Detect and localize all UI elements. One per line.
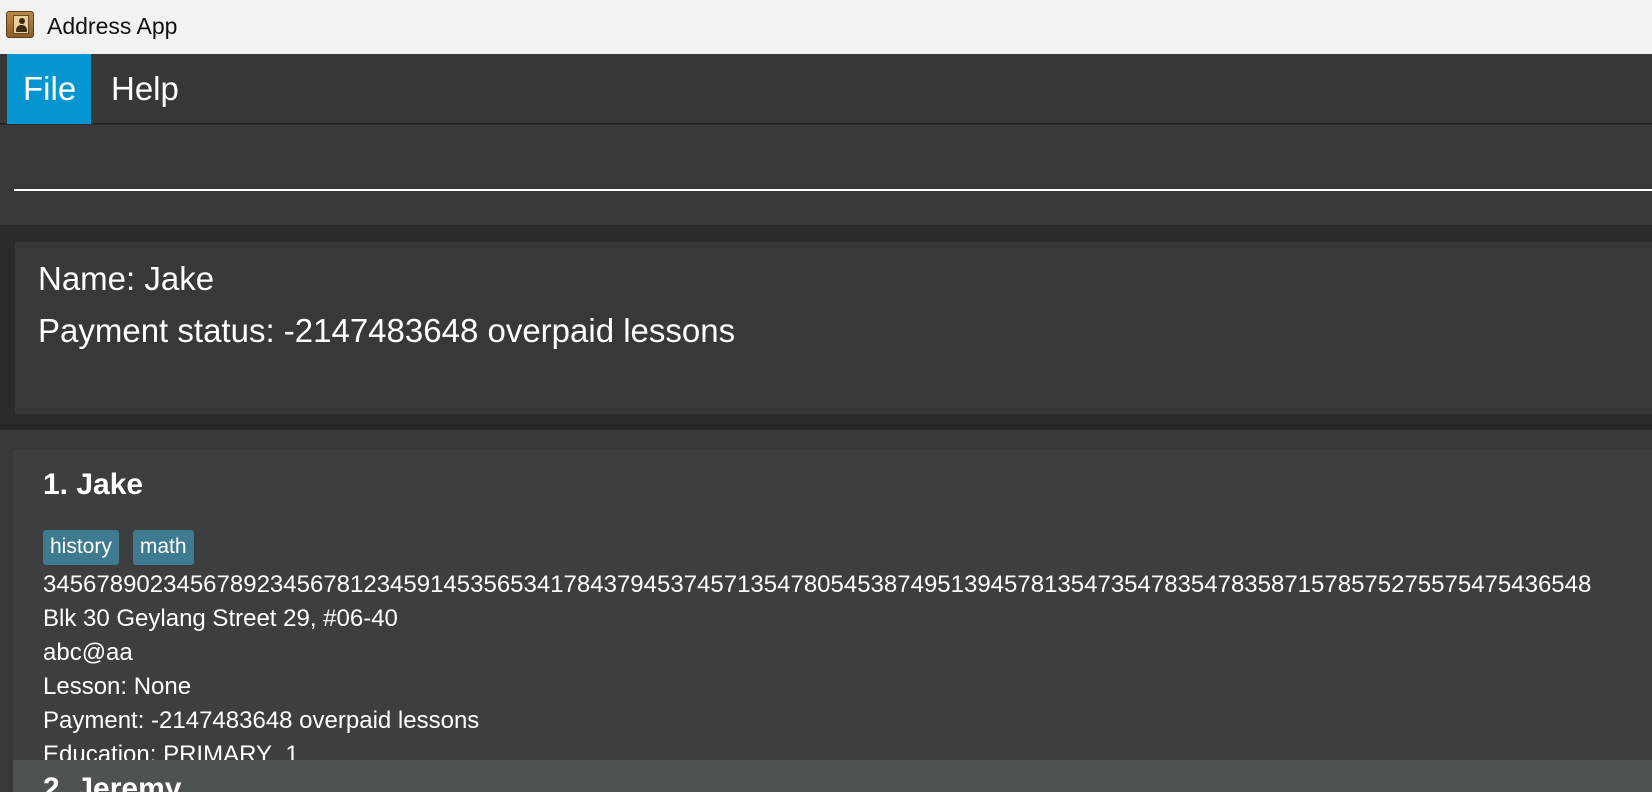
result-line-name: Name: Jake — [38, 260, 215, 297]
person-list[interactable]: 1. Jake history math 3456789023456789234… — [0, 430, 1652, 792]
address-book-icon — [6, 11, 34, 38]
person-name: 1. Jake — [43, 468, 144, 501]
tag-label: history — [43, 530, 119, 565]
person-payment: Payment: -2147483648 overpaid lessons — [43, 707, 480, 734]
divider — [0, 225, 1652, 233]
result-line-payment: Payment status: -2147483648 overpaid les… — [38, 312, 736, 349]
tag-label: math — [132, 530, 194, 565]
person-name: 2. Jeremy — [43, 772, 182, 792]
person-email: abc@aa — [43, 639, 133, 666]
menu-help[interactable]: Help — [95, 54, 195, 124]
person-tags: history math — [43, 530, 194, 565]
menu-file[interactable]: File — [7, 54, 91, 124]
person-card[interactable]: 2. Jeremy — [13, 760, 1652, 792]
result-display: Name: Jake Payment status: -2147483648 o… — [13, 240, 1652, 416]
window-title: Address App — [47, 13, 178, 39]
person-address: Blk 30 Geylang Street 29, #06-40 — [43, 605, 398, 632]
command-input[interactable] — [14, 151, 1652, 191]
command-box-area — [0, 125, 1652, 225]
title-bar: Address App — [0, 0, 1652, 54]
person-lesson: Lesson: None — [43, 673, 192, 700]
person-phone: 3456789023456789234567812345914535653417… — [43, 571, 1592, 598]
menu-bar: File Help — [0, 54, 1652, 124]
person-card[interactable]: 1. Jake history math 3456789023456789234… — [13, 450, 1652, 768]
